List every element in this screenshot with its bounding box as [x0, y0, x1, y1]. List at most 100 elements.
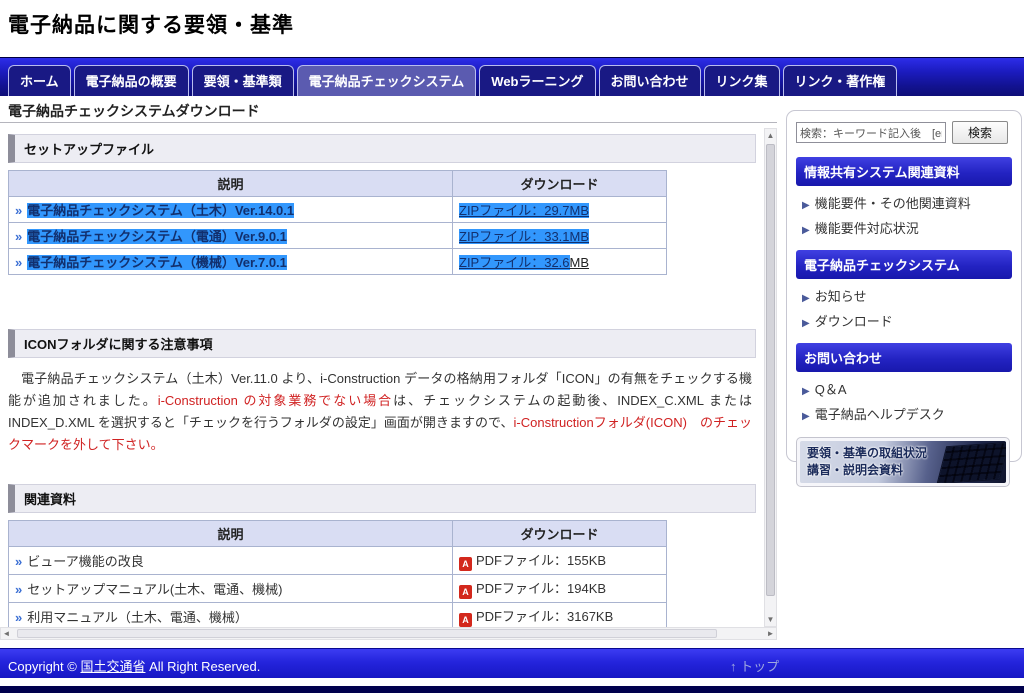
setup-table: 説明 ダウンロード » 電子納品チェックシステム（土木）Ver.14.0.1 ZI… [8, 170, 667, 275]
tab-strip: ホーム 電子納品の概要 要領・基準類 電子納品チェックシステム Webラーニング… [8, 65, 897, 96]
site-header: 電子納品に関する要領・基準 [0, 0, 1024, 57]
title-divider [0, 122, 777, 123]
setup-link-kikai[interactable]: 電子納品チェックシステム（機械）Ver.7.0.1 [27, 255, 287, 270]
scroll-left-icon[interactable]: ◄ [1, 627, 12, 640]
page-title: 電子納品チェックシステムダウンロード [8, 101, 260, 121]
scroll-up-icon[interactable]: ▲ [765, 129, 776, 142]
zip-link-unselected-part[interactable]: MB [570, 255, 590, 270]
sidebar-item-oshirase[interactable]: ▶ お知らせ [802, 286, 1012, 305]
search-input[interactable] [796, 122, 946, 143]
banner-torikumi-link[interactable]: 要領・基準の取組状況 講習・説明会資料 [796, 437, 1010, 487]
table-row: » 電子納品チェックシステム（土木）Ver.14.0.1 ZIPファイル：29.7… [9, 197, 667, 223]
sidebar-item-taiou-joukyou[interactable]: ▶ 機能要件対応状況 [802, 218, 1012, 237]
tab-links[interactable]: リンク集 [704, 65, 780, 96]
sidebar-header-check-system: 電子納品チェックシステム [796, 250, 1012, 279]
column-header-description: 説明 [9, 521, 453, 547]
setup-link-dentsu[interactable]: 電子納品チェックシステム（電通）Ver.9.0.1 [27, 229, 287, 244]
footer-bar: Copyright © 国土交通省 All Right Reserved. ↑ … [0, 648, 1024, 678]
spacer [0, 456, 764, 476]
section-header-icon-note: ICONフォルダに関する注意事項 [8, 329, 756, 358]
related-table: 説明 ダウンロード » ビューア機能の改良 A PDFファイル：155KB » セット… [8, 520, 667, 627]
zip-download-link[interactable]: ZIPファイル：29.7MB [459, 203, 589, 218]
site-title: 電子納品に関する要領・基準 [8, 9, 294, 39]
chevron-icon: » [15, 255, 22, 270]
tab-contact[interactable]: お問い合わせ [599, 65, 701, 96]
back-to-top-link[interactable]: ↑ トップ [730, 656, 779, 675]
pdf-icon: A [459, 585, 472, 599]
content-inner: セットアップファイル 説明 ダウンロード » 電子納品チェックシステム（土木）Ve… [0, 126, 764, 627]
copyright-pre: Copyright © [8, 659, 80, 674]
sidebar-header-joho-kyoyu: 情報共有システム関連資料 [796, 157, 1012, 186]
section-header-related: 関連資料 [8, 484, 756, 513]
arrow-right-icon: ▶ [802, 293, 810, 304]
tab-standards[interactable]: 要領・基準類 [192, 65, 294, 96]
icon-note-paragraph: 電子納品チェックシステム（土木）Ver.11.0 より、i-Constructi… [8, 368, 752, 456]
table-row: » 電子納品チェックシステム（機械）Ver.7.0.1 ZIPファイル：32.6M… [9, 249, 667, 275]
column-header-download: ダウンロード [453, 521, 667, 547]
vertical-scrollbar[interactable]: ▲ ▼ [764, 128, 777, 627]
tab-overview[interactable]: 電子納品の概要 [74, 65, 189, 96]
arrow-right-icon: ▶ [802, 386, 810, 397]
bottom-border-bar [0, 686, 1024, 693]
chevron-icon: » [15, 610, 22, 625]
chevron-icon: » [15, 203, 22, 218]
horizontal-scrollbar[interactable]: ◄ ► [0, 627, 777, 640]
arrow-right-icon: ▶ [802, 200, 810, 211]
table-header-row: 説明 ダウンロード [9, 171, 667, 197]
sidebar-link-label: 電子納品ヘルプデスク [815, 407, 945, 422]
banner-line2: 講習・説明会資料 [807, 462, 927, 479]
tab-copyright[interactable]: リンク・著作権 [783, 65, 898, 96]
related-link-user-manual[interactable]: 利用マニュアル（土木、電通、機械） [27, 610, 248, 625]
table-row: »ビューア機能の改良 APDFファイル：155KB [9, 547, 667, 575]
sidebar-link-label: 機能要件・その他関連資料 [815, 196, 971, 211]
section-header-setup: セットアップファイル [8, 134, 756, 163]
scroll-right-icon[interactable]: ► [765, 627, 776, 640]
spacer [0, 275, 764, 321]
arrow-right-icon: ▶ [802, 225, 810, 236]
scroll-down-icon[interactable]: ▼ [765, 613, 776, 626]
sidebar-link-label: 機能要件対応状況 [815, 221, 919, 236]
chevron-icon: » [15, 582, 22, 597]
table-row: »電子納品チェックシステム（電通）Ver.9.0.1 ZIPファイル：33.1M… [9, 223, 667, 249]
sidebar-item-qa[interactable]: ▶ Q＆A [802, 379, 1012, 398]
search-button[interactable]: 検索 [952, 121, 1008, 144]
table-row: » 利用マニュアル（土木、電通、機械） A PDFファイル：3167KB [9, 603, 667, 627]
horizontal-scroll-thumb[interactable] [17, 629, 717, 638]
sidebar-item-helpdesk[interactable]: ▶ 電子納品ヘルプデスク [802, 404, 1012, 423]
related-link-viewer[interactable]: ビューア機能の改良 [27, 554, 143, 569]
pdf-download-link[interactable]: PDFファイル：3167KB [476, 609, 613, 624]
column-header-description: 説明 [9, 171, 453, 197]
zip-download-link[interactable]: ZIPファイル：32.6 [459, 255, 570, 270]
banner-image: 要領・基準の取組状況 講習・説明会資料 [800, 441, 1006, 483]
sidebar-link-label: お知らせ [815, 289, 867, 304]
pdf-icon: A [459, 613, 472, 627]
page: 電子納品に関する要領・基準 ホーム 電子納品の概要 要領・基準類 電子納品チェッ… [0, 0, 1024, 693]
table-header-row: 説明 ダウンロード [9, 521, 667, 547]
arrow-right-icon: ▶ [802, 411, 810, 422]
setup-link-doboku[interactable]: 電子納品チェックシステム（土木）Ver.14.0.1 [27, 203, 294, 218]
copyright-post: All Right Reserved. [145, 659, 260, 674]
sidebar-links: ▶ Q＆A ▶ 電子納品ヘルプデスク [802, 379, 1012, 423]
sidebar-item-kinou-youken[interactable]: ▶ 機能要件・その他関連資料 [802, 193, 1012, 212]
content-frame: セットアップファイル 説明 ダウンロード » 電子納品チェックシステム（土木）Ve… [0, 126, 777, 640]
pdf-download-link[interactable]: PDFファイル：194KB [476, 581, 606, 596]
mlit-link[interactable]: 国土交通省 [80, 659, 145, 674]
tab-web-learning[interactable]: Webラーニング [479, 65, 595, 96]
pdf-download-link[interactable]: PDFファイル：155KB [476, 553, 606, 568]
zip-download-link[interactable]: ZIPファイル：33.1MB [459, 229, 589, 244]
related-link-setup-manual[interactable]: セットアップマニュアル(土木、電通、機械) [27, 582, 282, 597]
tab-home[interactable]: ホーム [8, 65, 71, 96]
note-text-red: i-Construction の対象業務でない場合 [158, 393, 393, 408]
banner-line1: 要領・基準の取組状況 [807, 445, 927, 462]
vertical-scroll-thumb[interactable] [766, 144, 775, 596]
sidebar-link-label: ダウンロード [815, 314, 893, 329]
sidebar-link-label: Q＆A [815, 382, 847, 397]
keyboard-image [937, 442, 1006, 483]
tab-check-system[interactable]: 電子納品チェックシステム [297, 65, 477, 96]
sidebar-header-contact: お問い合わせ [796, 343, 1012, 372]
chevron-icon: » [15, 554, 22, 569]
search-row: 検索 [796, 121, 1012, 144]
sidebar-item-download[interactable]: ▶ダウンロード [802, 311, 1012, 330]
copyright-text: Copyright © 国土交通省 All Right Reserved. [8, 656, 260, 675]
sidebar-links: ▶ お知らせ ▶ダウンロード [802, 286, 1012, 330]
